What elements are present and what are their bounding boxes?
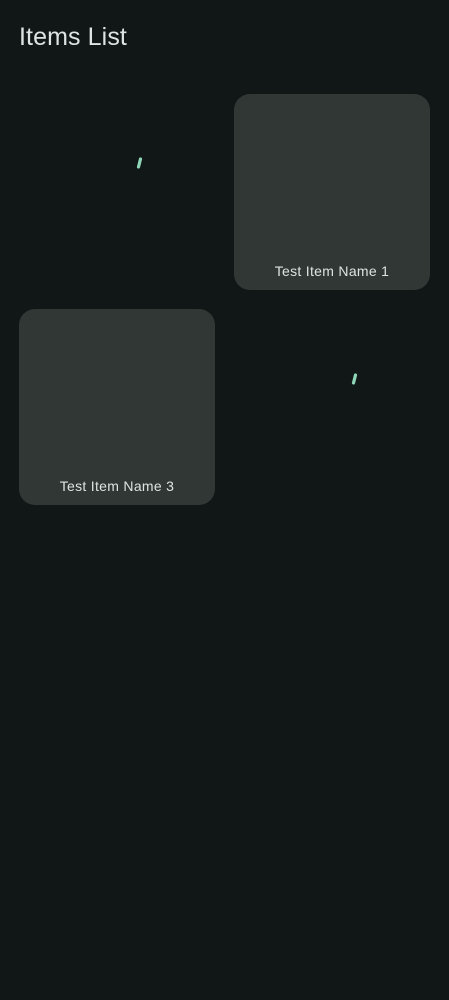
- item-card[interactable]: Test Item Name 1: [234, 94, 430, 290]
- item-card[interactable]: Test Item Name 3: [19, 309, 215, 505]
- item-name-label: Test Item Name 3: [59, 478, 175, 494]
- items-grid: Test Item Name 1 Test Item Name 3: [0, 0, 449, 1000]
- grid-cell-item[interactable]: Test Item Name 3: [19, 309, 215, 505]
- progress-spinner-icon: [129, 154, 153, 178]
- item-name-label: Test Item Name 1: [274, 263, 390, 279]
- progress-spinner-icon: [344, 370, 368, 394]
- grid-cell-loading: [234, 309, 430, 505]
- grid-cell-item[interactable]: Test Item Name 1: [234, 94, 430, 290]
- grid-cell-loading: [19, 94, 215, 290]
